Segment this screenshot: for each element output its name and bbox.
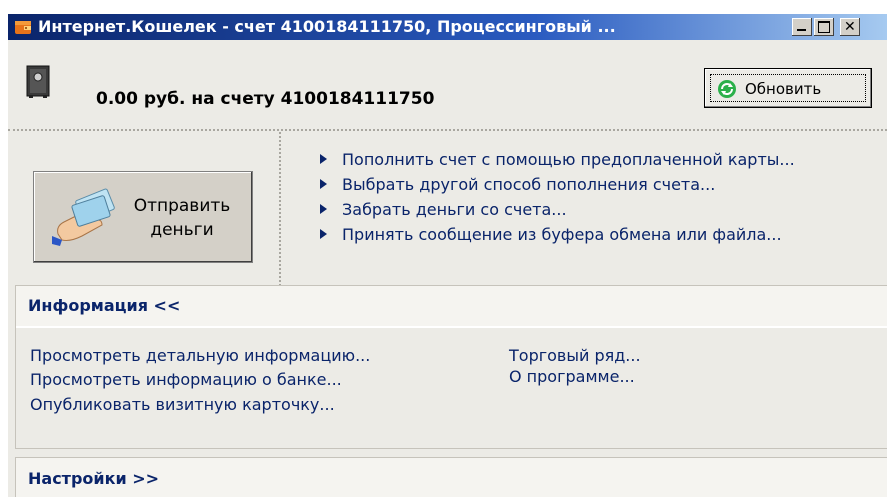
- arrow-bullet-icon: [320, 204, 327, 214]
- link-trade-row[interactable]: Торговый ряд...: [509, 345, 641, 367]
- arrow-bullet-icon: [320, 154, 327, 164]
- refresh-button-label: Обновить: [745, 80, 822, 98]
- maximize-button[interactable]: [814, 18, 834, 36]
- safe-icon: [26, 65, 50, 98]
- app-window: Интернет.Кошелек - счет 4100184111750, П…: [8, 14, 887, 497]
- separator-horizontal: [8, 129, 887, 131]
- refresh-button[interactable]: Обновить: [704, 68, 872, 108]
- action-topup-other[interactable]: Выбрать другой способ пополнения счета..…: [320, 173, 887, 197]
- window-title: Интернет.Кошелек - счет 4100184111750, П…: [38, 17, 616, 36]
- account-balance: 0.00 руб. на счету 4100184111750: [96, 89, 435, 109]
- info-toggle[interactable]: Информация <<: [28, 294, 180, 318]
- info-panel: Информация << Просмотреть детальную инфо…: [15, 285, 887, 449]
- info-panel-header: Информация <<: [16, 286, 887, 328]
- link-publish-card[interactable]: Опубликовать визитную карточку...: [30, 394, 335, 416]
- action-label[interactable]: Пополнить счет с помощью предоплаченной …: [342, 148, 795, 172]
- action-label[interactable]: Выбрать другой способ пополнения счета..…: [342, 173, 715, 197]
- top-strip: [0, 0, 887, 14]
- money-hand-icon: [52, 188, 115, 246]
- action-label[interactable]: Забрать деньги со счета...: [342, 198, 567, 222]
- action-topup-card[interactable]: Пополнить счет с помощью предоплаченной …: [320, 148, 887, 172]
- action-label[interactable]: Принять сообщение из буфера обмена или ф…: [342, 223, 782, 247]
- arrow-bullet-icon: [320, 229, 327, 239]
- title-bar[interactable]: Интернет.Кошелек - счет 4100184111750, П…: [8, 14, 887, 40]
- link-bank-info[interactable]: Просмотреть информацию о банке...: [30, 369, 342, 391]
- minimize-button[interactable]: [792, 18, 812, 36]
- wallet-app-icon: [15, 21, 31, 34]
- link-about[interactable]: О программе...: [509, 366, 635, 388]
- link-details[interactable]: Просмотреть детальную информацию...: [30, 345, 370, 367]
- send-money-label: Отправить деньги: [133, 196, 231, 240]
- action-receive-message[interactable]: Принять сообщение из буфера обмена или ф…: [320, 223, 887, 247]
- send-money-button[interactable]: Отправить деньги: [33, 171, 253, 263]
- close-button[interactable]: [840, 18, 860, 36]
- separator-vertical: [279, 132, 281, 286]
- settings-panel: Настройки >>: [15, 457, 887, 497]
- settings-toggle[interactable]: Настройки >>: [28, 467, 159, 491]
- refresh-icon: [718, 80, 736, 98]
- arrow-bullet-icon: [320, 179, 327, 189]
- action-withdraw[interactable]: Забрать деньги со счета...: [320, 198, 887, 222]
